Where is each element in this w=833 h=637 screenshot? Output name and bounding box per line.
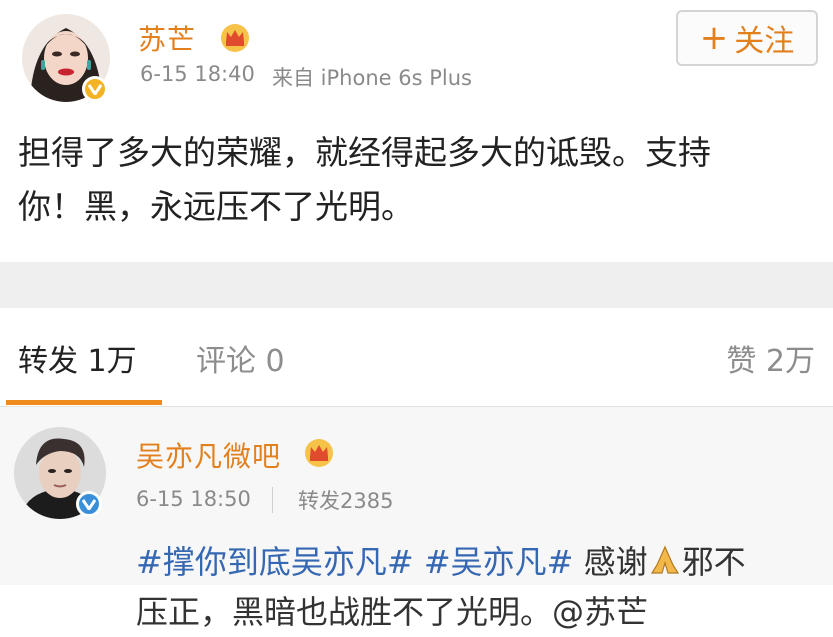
repost-time: 6-15 18:50 <box>136 487 251 511</box>
repost-text-line2: 压正，黑暗也战胜不了光明。@苏芒 <box>136 593 649 631</box>
section-divider <box>0 262 833 308</box>
repost-author-avatar[interactable] <box>14 427 106 519</box>
repost-count[interactable]: 转发2385 <box>298 485 393 515</box>
post-body: 担得了多大的荣耀，就经得起多大的诋毁。支持 你！黑，永远压不了光明。 <box>18 126 808 234</box>
tab-repost[interactable]: 转发 1万 <box>18 336 137 380</box>
interaction-tabs: 转发 1万 评论 0 赞 2万 <box>0 308 833 407</box>
repost-item[interactable]: 吴亦凡微吧 6-15 18:50 转发2385 #撑你到底吴亦凡# #吴亦凡# … <box>0 407 833 631</box>
pray-hands-icon <box>648 541 682 575</box>
active-tab-indicator <box>6 400 162 405</box>
repost-author-name[interactable]: 吴亦凡微吧 <box>136 435 281 475</box>
post-time: 6-15 18:40 <box>140 62 255 86</box>
weibo-post: 苏芒 6-15 18:40 来自 iPhone 6s Plus + 关注 担得了… <box>0 0 833 262</box>
hashtag-link[interactable]: #吴亦凡# <box>424 543 574 581</box>
follow-label: 关注 <box>734 24 795 59</box>
verified-badge-icon <box>76 491 102 517</box>
plus-icon: + <box>699 18 729 58</box>
author-avatar[interactable] <box>22 14 110 102</box>
crown-icon <box>305 439 333 467</box>
repost-body: #撑你到底吴亦凡# #吴亦凡# 感谢 邪不 压正，黑暗也战胜不了光明。@苏芒 <box>136 537 826 637</box>
tab-like[interactable]: 赞 2万 <box>726 336 815 380</box>
meta-divider <box>272 487 273 513</box>
repost-text-segment: 感谢 <box>573 543 648 581</box>
crown-icon <box>221 24 249 52</box>
author-name[interactable]: 苏芒 <box>138 18 196 58</box>
repost-text-segment: 邪不 <box>681 543 746 581</box>
post-body-line: 你！黑，永远压不了光明。 <box>18 187 414 226</box>
post-source[interactable]: 来自 iPhone 6s Plus <box>272 62 472 92</box>
post-body-line: 担得了多大的荣耀，就经得起多大的诋毁。支持 <box>18 133 711 172</box>
tab-comment[interactable]: 评论 0 <box>196 336 285 380</box>
follow-button[interactable]: + 关注 <box>676 10 818 66</box>
verified-badge-icon <box>82 76 108 102</box>
hashtag-link[interactable]: #撑你到底吴亦凡# <box>136 543 414 581</box>
